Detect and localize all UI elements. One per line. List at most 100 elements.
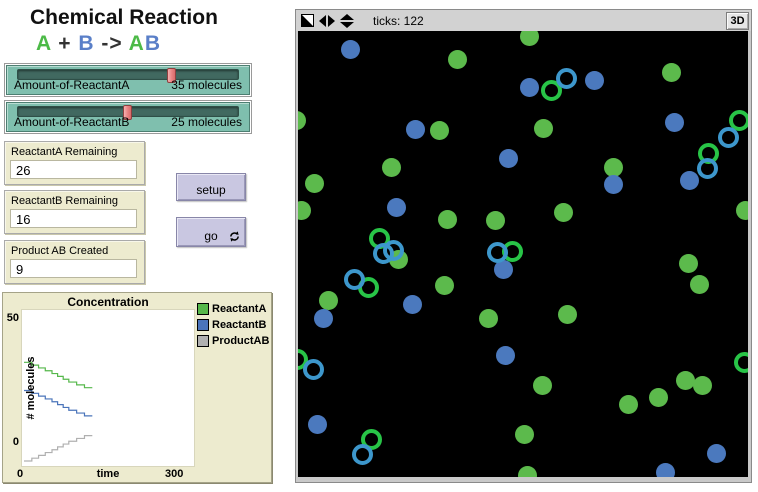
molecule-reactant-b [665, 113, 684, 132]
slider-value: 25 molecules [171, 115, 242, 129]
x-axis-max-label: 300 [165, 468, 183, 480]
world-view: ticks: 122 3D [295, 9, 752, 483]
monitor-label: Product AB Created [5, 241, 144, 257]
molecule-reactant-a [448, 50, 467, 69]
monitor-label: ReactantA Remaining [5, 142, 144, 158]
molecule-reactant-a [435, 276, 454, 295]
legend-item: ReactantA [197, 303, 269, 315]
slider-body: Amount-of-ReactantB 25 molecules [6, 102, 250, 132]
go-button[interactable]: go [176, 217, 246, 247]
page-title: Chemical Reaction [30, 6, 218, 30]
horizontal-arrows-icon [319, 15, 335, 27]
molecule-reactant-a [736, 201, 749, 220]
world-view-header: ticks: 122 3D [296, 10, 751, 31]
vertical-arrows-icon [340, 14, 354, 28]
slider-value: 35 molecules [171, 78, 242, 92]
molecule-reactant-b [314, 309, 333, 328]
legend-item: ProductAB [197, 335, 269, 347]
resize-view-icon [301, 14, 314, 27]
molecule-reactant-a [676, 371, 695, 390]
plot-canvas: # molecules [21, 309, 195, 467]
plot-title: Concentration [21, 295, 195, 309]
molecule-reactant-a [690, 275, 709, 294]
y-axis-title: # molecules [25, 357, 37, 420]
app-window: Chemical Reaction A + B -> AB Amount-of-… [0, 0, 758, 492]
molecule-reactant-b [604, 175, 623, 194]
molecule-reactant-a [319, 291, 338, 310]
molecule-reactant-a [520, 31, 539, 46]
molecule-reactant-a [382, 158, 401, 177]
monitor-value: 26 [10, 160, 137, 179]
molecule-reactant-b [406, 120, 425, 139]
molecule-reactant-a [486, 211, 505, 230]
molecule-reactant-b [585, 71, 604, 90]
formula-part: A [129, 32, 145, 55]
molecule-reactant-b [520, 78, 539, 97]
monitor-value: 9 [10, 259, 137, 278]
molecule-reactant-b [341, 40, 360, 59]
legend-swatch [197, 303, 209, 315]
monitor-reactantb-remaining: ReactantB Remaining 16 [4, 190, 145, 234]
molecule-reactant-a [430, 121, 449, 140]
molecule-reactant-a [679, 254, 698, 273]
molecule-product-ab-blue-ring [556, 68, 577, 89]
slider-label: Amount-of-ReactantB [14, 115, 129, 129]
legend-swatch [197, 319, 209, 331]
molecule-reactant-a [305, 174, 324, 193]
molecule-reactant-b [496, 346, 515, 365]
formula-part: B [145, 32, 161, 55]
molecule-reactant-a [649, 388, 668, 407]
legend-item: ReactantB [197, 319, 269, 331]
slider-body: Amount-of-ReactantA 35 molecules [6, 65, 250, 95]
formula-part: -> [95, 32, 129, 55]
molecule-reactant-a [438, 210, 457, 229]
molecule-product-ab-green-ring [734, 352, 749, 373]
molecule-reactant-a [518, 466, 537, 478]
world-canvas[interactable] [298, 31, 748, 477]
molecule-reactant-a [533, 376, 552, 395]
monitor-value: 16 [10, 209, 137, 228]
molecule-product-ab-blue-ring [303, 359, 324, 380]
molecule-product-ab-blue-ring [383, 240, 404, 261]
legend-label: ReactantA [212, 303, 266, 315]
molecule-reactant-a [534, 119, 553, 138]
legend-swatch [197, 335, 209, 347]
3d-view-button[interactable]: 3D [726, 12, 749, 30]
formula-part: + [51, 32, 78, 55]
molecule-reactant-a [693, 376, 712, 395]
molecule-reactant-a [479, 309, 498, 328]
reaction-formula: A + B -> AB [36, 32, 161, 56]
setup-button[interactable]: setup [176, 173, 246, 201]
slider-amount-of-reactantb[interactable]: Amount-of-ReactantB 25 molecules [4, 100, 252, 134]
slider-amount-of-reactanta[interactable]: Amount-of-ReactantA 35 molecules [4, 63, 252, 97]
molecule-reactant-b [656, 463, 675, 478]
monitor-reactanta-remaining: ReactantA Remaining 26 [4, 141, 145, 185]
molecule-reactant-b [387, 198, 406, 217]
molecule-product-ab-blue-ring [352, 444, 373, 465]
molecule-reactant-a [298, 111, 306, 130]
molecule-reactant-b [499, 149, 518, 168]
plot-series-ProductAB [24, 436, 92, 461]
molecule-reactant-b [308, 415, 327, 434]
molecule-reactant-b [403, 295, 422, 314]
slider-label: Amount-of-ReactantA [14, 78, 129, 92]
molecule-reactant-a [662, 63, 681, 82]
molecule-reactant-a [515, 425, 534, 444]
molecule-product-ab-blue-ring [718, 127, 739, 148]
y-axis-min-label: 0 [4, 436, 19, 448]
plot-legend: ReactantA ReactantB ProductAB [197, 303, 269, 351]
plot-lines [22, 310, 194, 466]
molecule-product-ab-blue-ring [487, 242, 508, 263]
concentration-plot: Concentration 50 0 # molecules 0 time 30… [2, 292, 272, 483]
y-axis-max-label: 50 [4, 312, 19, 324]
formula-part: B [78, 32, 94, 55]
molecule-reactant-a [298, 201, 311, 220]
molecule-reactant-a [554, 203, 573, 222]
legend-label: ProductAB [212, 335, 269, 347]
formula-part: A [36, 32, 51, 55]
molecule-product-ab-blue-ring [697, 158, 718, 179]
molecule-reactant-b [707, 444, 726, 463]
molecule-reactant-a [558, 305, 577, 324]
forever-loop-icon [229, 231, 240, 242]
legend-label: ReactantB [212, 319, 266, 331]
